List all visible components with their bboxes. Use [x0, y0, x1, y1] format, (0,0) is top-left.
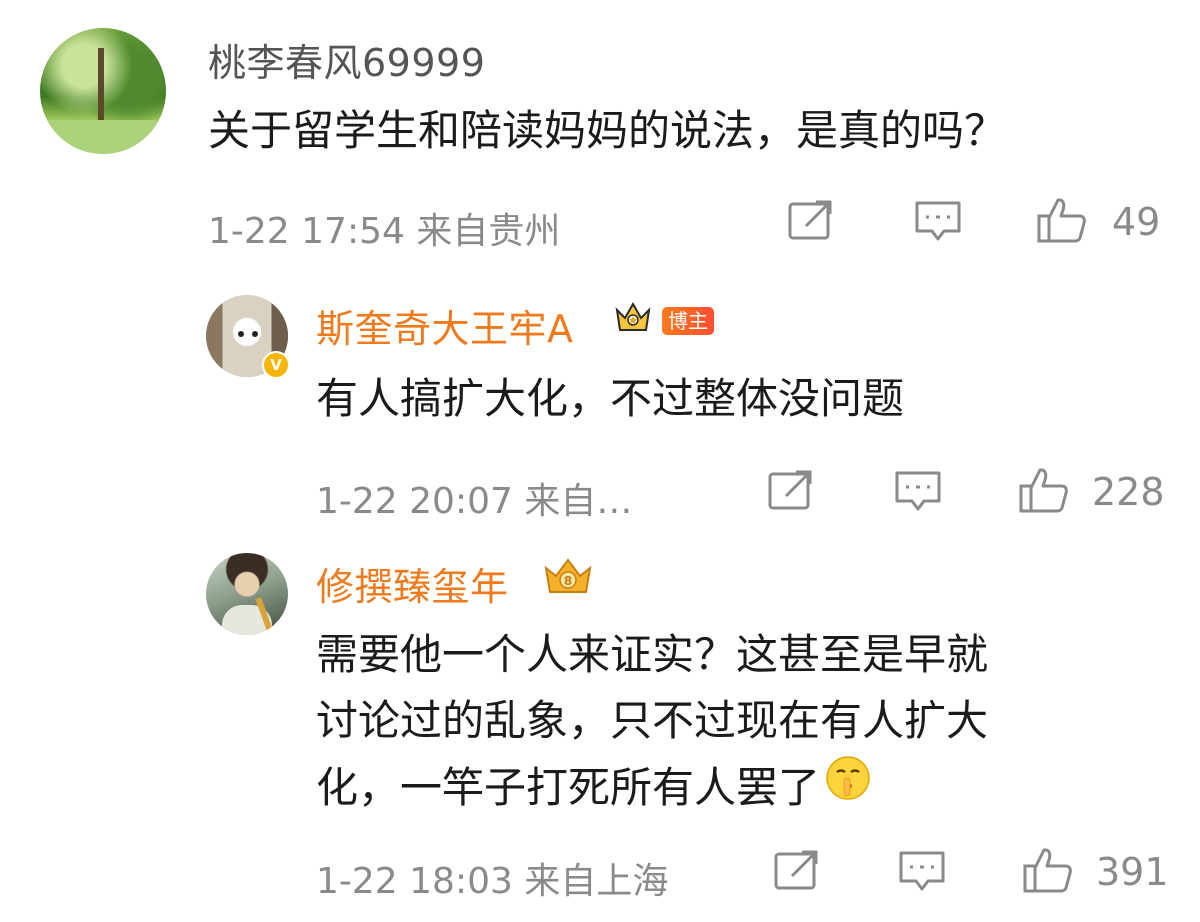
- verified-badge: V: [262, 351, 290, 379]
- reply-text: 有人搞扩大化，不过整体没问题: [316, 374, 905, 423]
- thumbs-up-icon[interactable]: [1022, 846, 1074, 894]
- like-count: 49: [1112, 200, 1161, 244]
- shush-emoji-icon: [824, 754, 872, 821]
- host-badge: 博主: [662, 307, 714, 335]
- reply-text-line: 化，一竿子打死所有人罢了: [316, 762, 821, 812]
- like-count: 228: [1092, 470, 1165, 514]
- like-count: 391: [1096, 850, 1169, 894]
- avatar[interactable]: [40, 28, 166, 154]
- comment-text: 关于留学生和陪读妈妈的说法，是真的吗？: [208, 106, 1007, 155]
- crown-icon: [614, 300, 652, 336]
- comment-icon[interactable]: [894, 470, 942, 514]
- reply-text-line: 需要他一个人来证实？这甚至是早就: [316, 630, 989, 679]
- reply-text-line: 讨论过的乱象，只不过现在有人扩大: [316, 696, 989, 745]
- comment-icon[interactable]: [898, 850, 946, 894]
- avatar[interactable]: [206, 553, 288, 635]
- svg-text:8: 8: [564, 574, 572, 588]
- comment-icon[interactable]: [914, 200, 962, 244]
- share-edit-icon[interactable]: [768, 470, 814, 512]
- reply-text-line-wrap: 化，一竿子打死所有人罢了: [316, 754, 988, 821]
- avatar[interactable]: V: [206, 295, 290, 379]
- reply-username[interactable]: 斯奎奇大王牢A: [316, 298, 574, 353]
- reply-username[interactable]: 修撰臻玺年: [316, 556, 509, 611]
- reply-meta: 1-22 18:03 来自上海: [316, 861, 669, 902]
- crown-icon: 8: [540, 554, 592, 593]
- thumbs-up-icon[interactable]: [1036, 196, 1088, 244]
- comment-meta: 1-22 17:54 来自贵州: [208, 211, 561, 252]
- comment-username[interactable]: 桃李春风69999: [208, 32, 485, 87]
- reply-meta: 1-22 20:07 来自…: [316, 481, 633, 522]
- reply-text: 需要他一个人来证实？这甚至是早就 讨论过的乱象，只不过现在有人扩大 化，一竿子打…: [316, 622, 988, 821]
- share-edit-icon[interactable]: [774, 850, 820, 892]
- share-edit-icon[interactable]: [788, 200, 834, 242]
- thumbs-up-icon[interactable]: [1018, 466, 1070, 514]
